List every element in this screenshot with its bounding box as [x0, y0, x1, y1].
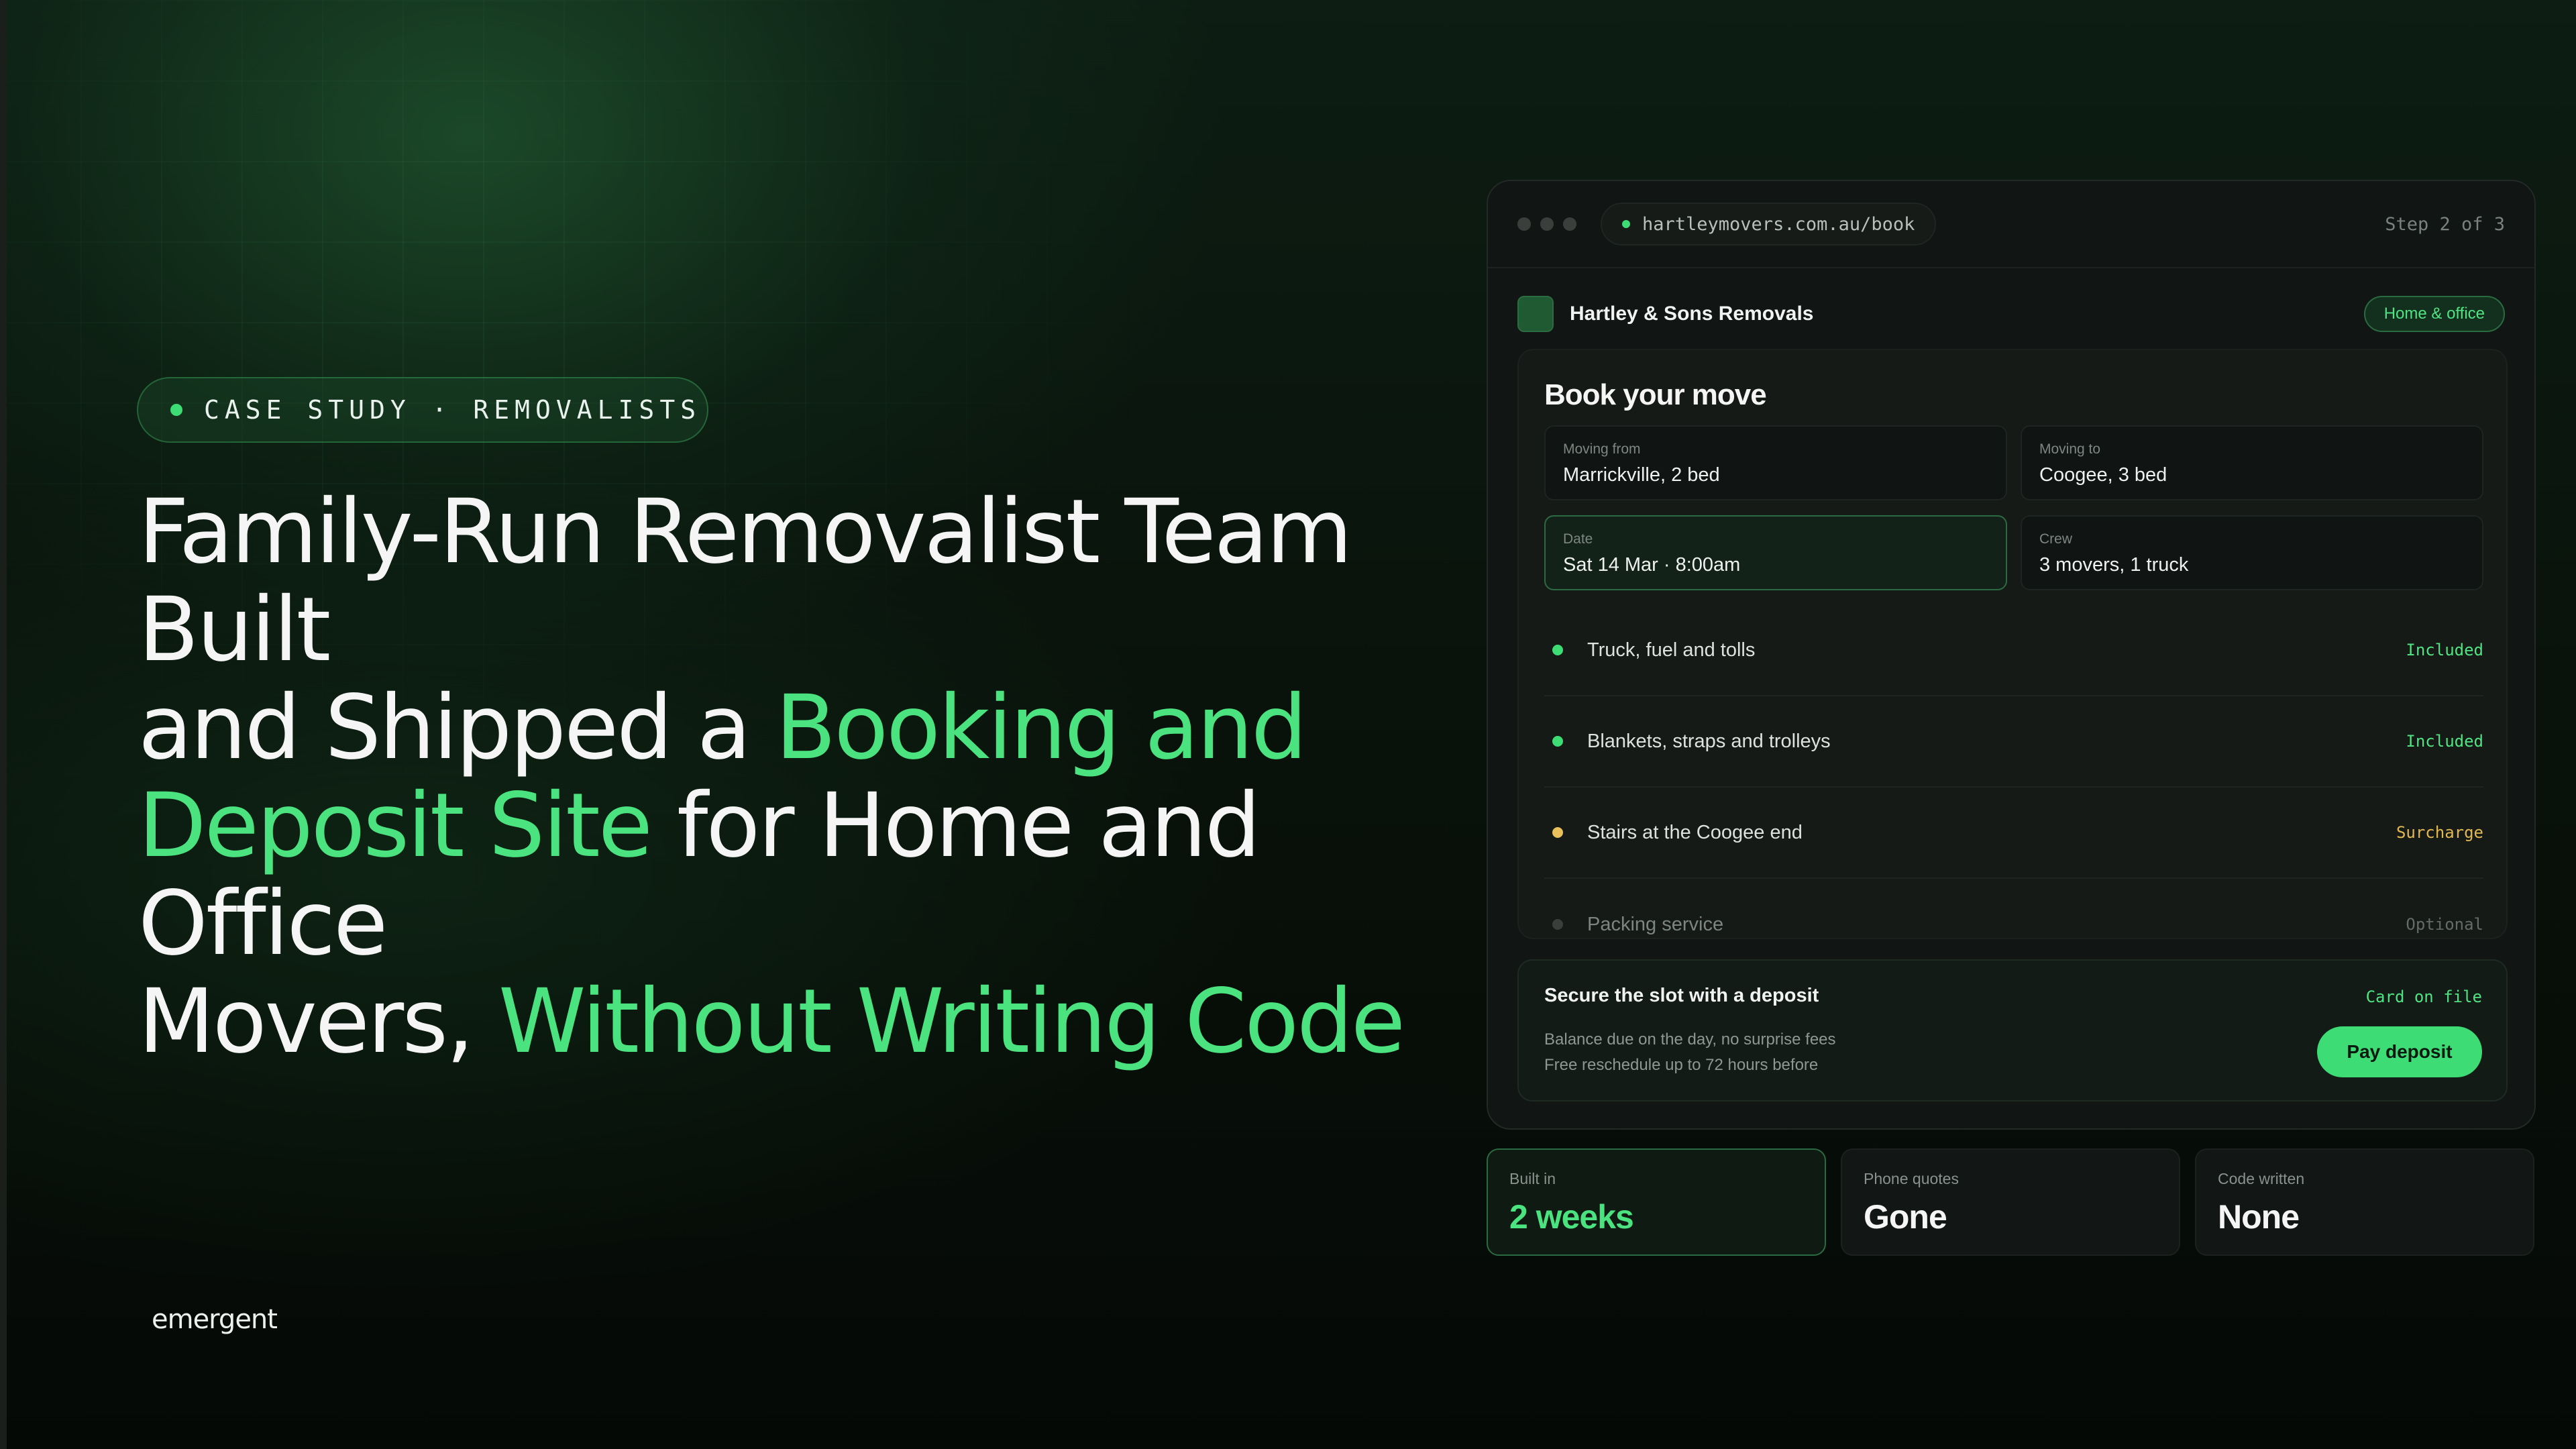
item-status: Included — [2406, 732, 2483, 751]
list-item: Truck, fuel and tolls Included — [1544, 605, 2483, 696]
slide: CASE STUDY · REMOVALISTS Family-Run Remo… — [0, 0, 2576, 1449]
app-name: Hartley & Sons Removals — [1570, 303, 1814, 325]
item-name: Truck, fuel and tolls — [1587, 639, 1756, 661]
item-name: Blankets, straps and trolleys — [1587, 730, 1831, 752]
status-dot-icon — [1552, 919, 1563, 930]
status-dot-icon — [1552, 736, 1563, 747]
field-value: Sat 14 Mar · 8:00am — [1563, 554, 1741, 576]
headline-text: Family-Run Removalist Team Built — [138, 480, 1352, 682]
status-dot-icon — [170, 404, 182, 416]
form-title: Book your move — [1544, 378, 1767, 411]
left-edge-strip — [0, 0, 7, 1449]
stat-phone-quotes: Phone quotes Gone — [1841, 1148, 2180, 1256]
deposit-title: Secure the slot with a deposit — [1544, 985, 1819, 1006]
address-bar-url: hartleymovers.com.au/book — [1642, 213, 1915, 235]
headline-accent-text: Deposit Site — [138, 774, 653, 877]
stat-value: None — [2218, 1198, 2300, 1236]
moving-to-field[interactable]: Moving to Coogee, 3 bed — [2021, 425, 2483, 500]
booking-form: Book your move Moving from Marrickville,… — [1517, 349, 2508, 939]
close-dot-icon[interactable] — [1517, 217, 1531, 231]
deposit-panel: Secure the slot with a deposit Card on f… — [1517, 959, 2508, 1102]
item-status: Included — [2406, 641, 2483, 659]
headline-text: and Shipped a — [138, 676, 775, 780]
field-label: Moving to — [2039, 441, 2101, 457]
maximize-dot-icon[interactable] — [1563, 217, 1576, 231]
field-label: Crew — [2039, 531, 2073, 547]
field-label: Date — [1563, 531, 1593, 547]
minimize-dot-icon[interactable] — [1540, 217, 1554, 231]
status-dot-icon — [1552, 645, 1563, 655]
stat-label: Built in — [1509, 1170, 1556, 1187]
stat-label: Code written — [2218, 1170, 2305, 1187]
item-name: Packing service — [1587, 913, 1724, 935]
inclusions-list: Truck, fuel and tolls Included Blankets,… — [1544, 605, 2483, 970]
browser-window: hartleymovers.com.au/book Step 2 of 3 Ha… — [1487, 180, 2536, 1130]
browser-titlebar: hartleymovers.com.au/book Step 2 of 3 — [1488, 181, 2534, 268]
case-study-tag: CASE STUDY · REMOVALISTS — [137, 377, 708, 443]
stat-built-in: Built in 2 weeks — [1487, 1148, 1826, 1256]
category-pill[interactable]: Home & office — [2363, 296, 2505, 332]
field-value: Marrickville, 2 bed — [1563, 464, 1720, 486]
status-dot-icon — [1552, 827, 1563, 838]
brand-logo: emergent — [152, 1304, 278, 1335]
address-bar[interactable]: hartleymovers.com.au/book — [1601, 203, 1937, 246]
date-field[interactable]: Date Sat 14 Mar · 8:00am — [1544, 515, 2007, 590]
item-status: Optional — [2406, 915, 2483, 934]
field-value: Coogee, 3 bed — [2039, 464, 2167, 486]
pay-deposit-button[interactable]: Pay deposit — [2317, 1026, 2482, 1077]
window-controls — [1517, 217, 1576, 231]
headline-text: Movers, — [138, 970, 498, 1073]
headline: Family-Run Removalist Team Built and Ship… — [138, 483, 1520, 1071]
step-indicator: Step 2 of 3 — [2385, 213, 2505, 235]
secure-dot-icon — [1622, 220, 1630, 228]
stat-code-written: Code written None — [2195, 1148, 2534, 1256]
headline-accent-text: Without Writing Code — [498, 970, 1405, 1073]
item-status: Surcharge — [2396, 823, 2483, 842]
item-name: Stairs at the Coogee end — [1587, 821, 1803, 843]
headline-accent-text: Booking and — [775, 676, 1307, 780]
field-label: Moving from — [1563, 441, 1641, 457]
list-item[interactable]: Packing service Optional — [1544, 879, 2483, 970]
list-item: Stairs at the Coogee end Surcharge — [1544, 788, 2483, 879]
moving-from-field[interactable]: Moving from Marrickville, 2 bed — [1544, 425, 2007, 500]
deposit-note: Free reschedule up to 72 hours before — [1544, 1056, 1819, 1074]
stat-value: 2 weeks — [1509, 1198, 1634, 1236]
stat-label: Phone quotes — [1864, 1170, 1959, 1187]
stat-value: Gone — [1864, 1198, 1947, 1236]
deposit-note: Balance due on the day, no surprise fees — [1544, 1030, 1836, 1049]
crew-field[interactable]: Crew 3 movers, 1 truck — [2021, 515, 2483, 590]
card-on-file-tag: Card on file — [2365, 987, 2482, 1006]
list-item: Blankets, straps and trolleys Included — [1544, 696, 2483, 788]
field-value: 3 movers, 1 truck — [2039, 554, 2189, 576]
app-header: Hartley & Sons Removals Home & office — [1517, 295, 2505, 333]
case-study-tag-label: CASE STUDY · REMOVALISTS — [204, 395, 702, 425]
app-logo-icon — [1517, 296, 1554, 332]
